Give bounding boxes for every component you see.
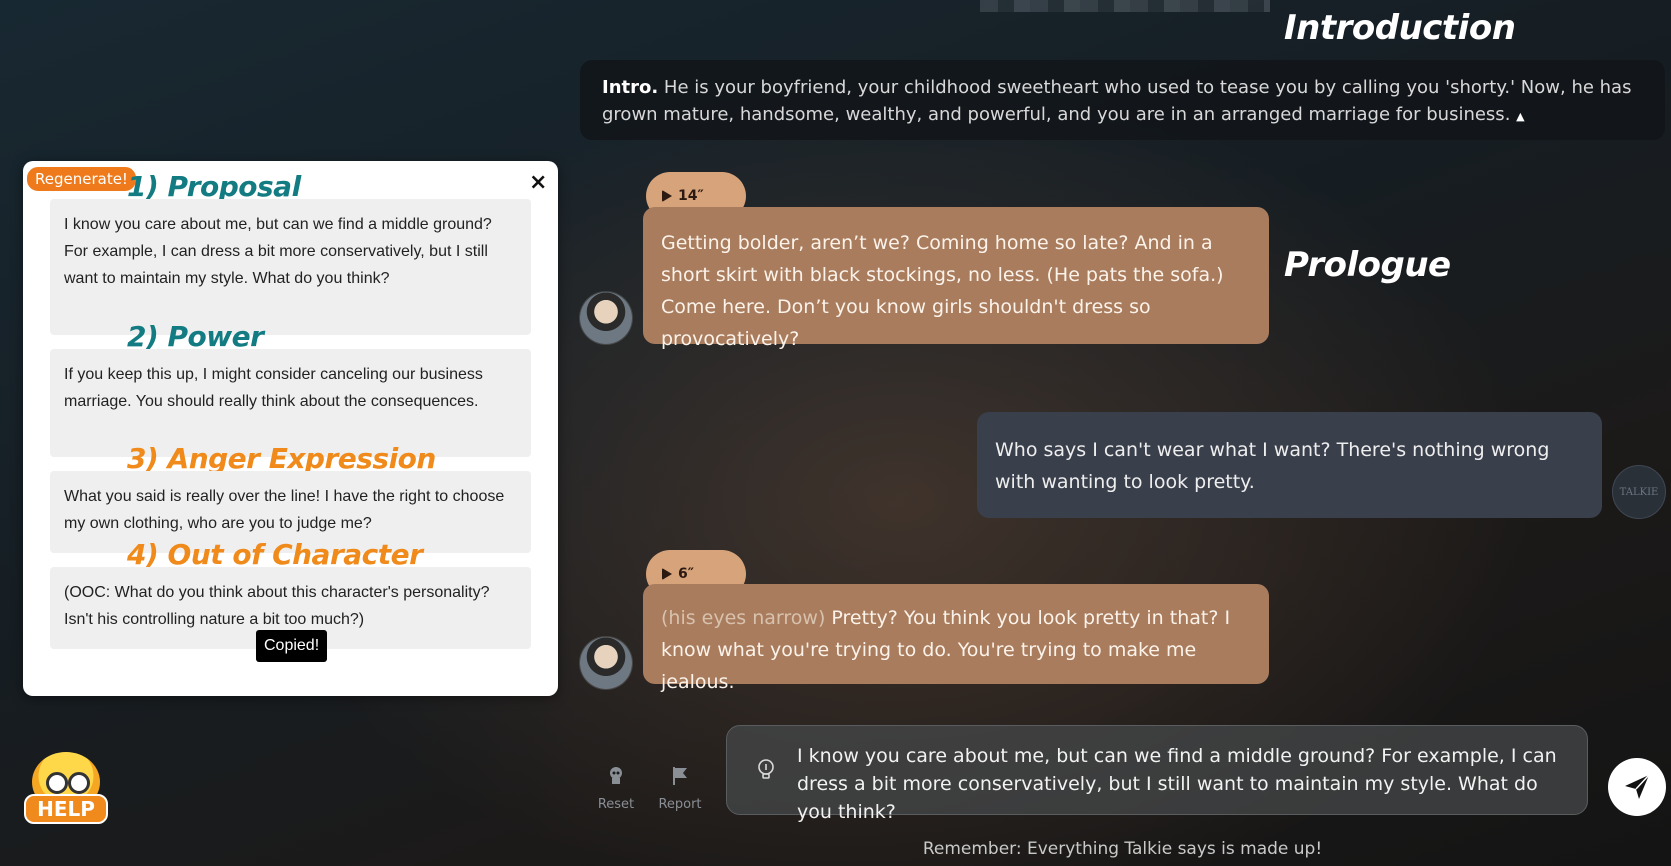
regenerate-button[interactable]: Regenerate! (26, 166, 137, 192)
report-button[interactable]: Report (650, 765, 710, 812)
flag-icon (650, 765, 710, 793)
send-button[interactable] (1608, 758, 1666, 816)
close-icon[interactable]: × (529, 170, 547, 195)
user-message-text: Who says I can't wear what I want? There… (995, 439, 1550, 493)
lightbulb-icon[interactable] (755, 758, 777, 780)
play-icon (662, 190, 672, 202)
message-input-value: I know you care about me, but can we fin… (797, 745, 1557, 823)
message-input[interactable]: I know you care about me, but can we fin… (726, 725, 1588, 823)
send-icon (1625, 774, 1650, 799)
introduction-heading: Introduction (1284, 8, 1516, 48)
bot-message-bubble: Getting bolder, aren’t we? Coming home s… (643, 207, 1269, 350)
suggestion-item[interactable]: I know you care about me, but can we fin… (50, 199, 531, 335)
user-avatar-text: TALKIE (1619, 486, 1659, 498)
help-button[interactable]: HELP (24, 752, 108, 828)
audio-duration: 14″ (678, 188, 704, 204)
suggestion-text: What you said is really over the line! I… (64, 488, 505, 532)
report-label: Report (658, 797, 702, 812)
user-message-bubble: Who says I can't wear what I want? There… (977, 412, 1602, 518)
disclaimer-text: Remember: Everything Talkie says is made… (922, 839, 1323, 859)
user-avatar[interactable]: TALKIE (1612, 465, 1666, 519)
intro-label: Intro. (602, 77, 659, 98)
bot-message-bubble: (his eyes narrow) Pretty? You think you … (643, 584, 1269, 693)
bot-action-text: (his eyes narrow) (661, 607, 826, 629)
pixelated-banner (980, 0, 1270, 12)
intro-text: He is your boyfriend, your childhood swe… (602, 77, 1632, 125)
suggestion-text: I know you care about me, but can we fin… (64, 216, 492, 287)
reset-icon (586, 765, 646, 793)
chat-app: Introduction Prologue Intro. He is your … (0, 0, 1671, 866)
reply-suggestions-popup: Regenerate! × 1) Proposal I know you car… (23, 161, 558, 696)
reset-label: Reset (597, 797, 635, 812)
audio-duration: 6″ (678, 566, 694, 582)
prologue-heading: Prologue (1284, 245, 1451, 285)
help-label: HELP (24, 794, 108, 824)
collapse-caret-icon[interactable]: ▲ (1516, 110, 1524, 123)
bot-avatar[interactable] (580, 637, 632, 689)
suggestion-item[interactable]: If you keep this up, I might consider ca… (50, 349, 531, 457)
suggestion-text: (OOC: What do you think about this chara… (64, 584, 490, 628)
suggestion-text: If you keep this up, I might consider ca… (64, 366, 483, 410)
reset-button[interactable]: Reset (586, 765, 646, 812)
bot-avatar[interactable] (580, 292, 632, 344)
play-icon (662, 568, 672, 580)
copied-tooltip: Copied! (256, 630, 328, 662)
intro-panel[interactable]: Intro. He is your boyfriend, your childh… (580, 60, 1665, 140)
bot-message-text: Getting bolder, aren’t we? Coming home s… (661, 232, 1224, 350)
